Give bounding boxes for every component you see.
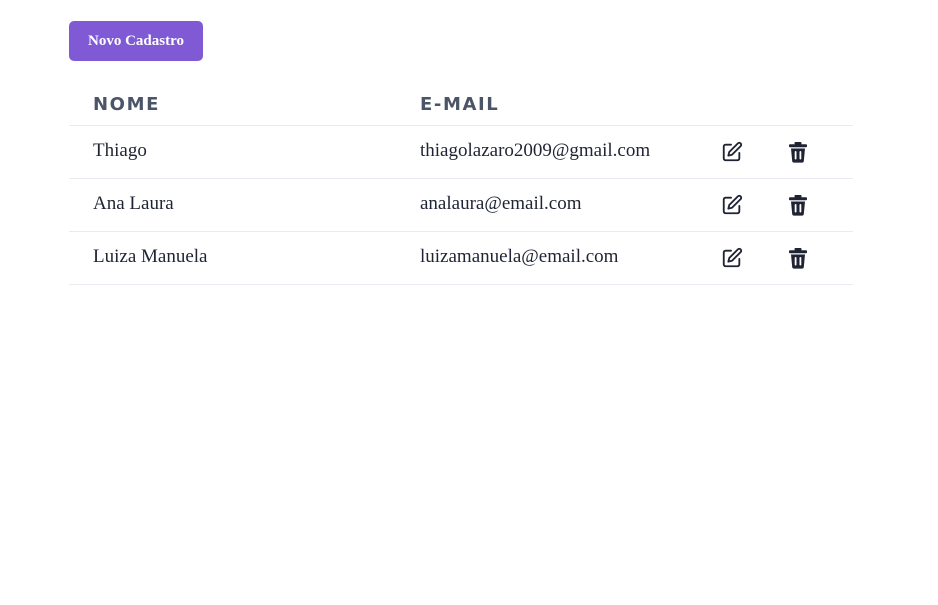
table-row: Thiago thiagolazaro2009@gmail.com [69,126,853,179]
row-name: Luiza Manuela [93,246,208,267]
trash-icon[interactable] [787,141,809,163]
row-email: luizamanuela@email.com [420,246,619,267]
table-row: Ana Laura analaura@email.com [69,179,853,232]
table-row: Luiza Manuela luizamanuela@email.com [69,232,853,285]
novo-cadastro-button[interactable]: Novo Cadastro [69,21,203,61]
row-email: analaura@email.com [420,193,582,214]
edit-icon[interactable] [721,141,743,163]
trash-icon[interactable] [787,247,809,269]
column-header-email: E-MAIL [420,94,500,115]
row-name: Thiago [93,140,147,161]
column-header-name: NOME [93,94,160,115]
row-name: Ana Laura [93,193,174,214]
table-header: NOME E-MAIL [69,86,853,126]
edit-icon[interactable] [721,247,743,269]
trash-icon[interactable] [787,194,809,216]
row-email: thiagolazaro2009@gmail.com [420,140,651,161]
users-table: NOME E-MAIL Thiago thiagolazaro2009@gmai… [69,86,853,285]
edit-icon[interactable] [721,194,743,216]
